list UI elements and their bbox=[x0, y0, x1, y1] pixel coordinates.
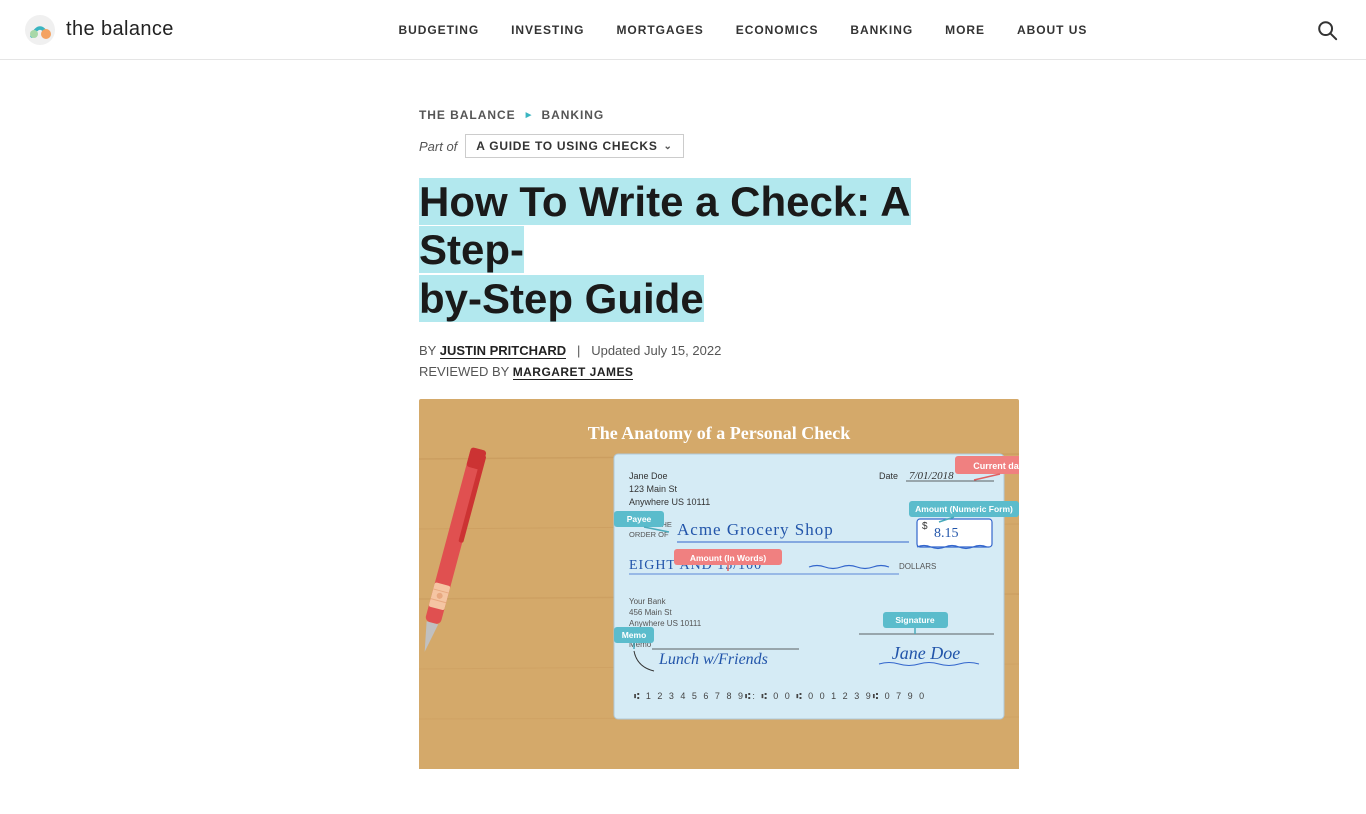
nav-about-us[interactable]: ABOUT US bbox=[1017, 23, 1087, 37]
reviewed-label: REVIEWED BY bbox=[419, 364, 509, 379]
search-icon bbox=[1316, 19, 1338, 41]
nav-banking[interactable]: BANKING bbox=[850, 23, 913, 37]
title-text-highlighted: How To Write a Check: A Step- bbox=[419, 178, 911, 273]
site-header: the balance BUDGETING INVESTING MORTGAGE… bbox=[0, 0, 1366, 60]
svg-text:Amount (In Words): Amount (In Words) bbox=[690, 553, 766, 563]
logo-link[interactable]: the balance bbox=[24, 14, 174, 46]
svg-text:Jane Doe: Jane Doe bbox=[892, 643, 960, 663]
reviewed-by: REVIEWED BY MARGARET JAMES bbox=[419, 364, 1109, 379]
reviewer-link[interactable]: MARGARET JAMES bbox=[513, 365, 634, 380]
chevron-down-icon: ⌄ bbox=[664, 141, 673, 152]
svg-text:Anywhere US 10111: Anywhere US 10111 bbox=[629, 619, 702, 628]
svg-text:⑆ 1 2 3 4 5 6 7 8 9⑆: ⑆ 0 0 ⑆: ⑆ 1 2 3 4 5 6 7 8 9⑆: ⑆ 0 0 ⑆ 0 0 1 2 3 … bbox=[634, 691, 926, 701]
logo-icon bbox=[24, 14, 56, 46]
nav-more[interactable]: MORE bbox=[945, 23, 985, 37]
svg-text:Current date: Current date bbox=[973, 461, 1019, 471]
nav-economics[interactable]: ECONOMICS bbox=[736, 23, 819, 37]
svg-text:Jane Doe: Jane Doe bbox=[629, 471, 668, 481]
breadcrumb-banking[interactable]: BANKING bbox=[541, 108, 604, 122]
author-link[interactable]: JUSTIN PRITCHARD bbox=[440, 343, 566, 359]
svg-text:Date: Date bbox=[879, 471, 898, 481]
article-title: How To Write a Check: A Step- by-Step Gu… bbox=[419, 178, 1019, 323]
svg-text:Signature: Signature bbox=[895, 615, 934, 625]
content-area: THE BALANCE ► BANKING Part of A GUIDE TO… bbox=[233, 60, 1133, 814]
part-of-row: Part of A GUIDE TO USING CHECKS ⌄ bbox=[419, 134, 1109, 158]
byline: BY JUSTIN PRITCHARD | Updated July 15, 2… bbox=[419, 343, 1109, 358]
svg-text:Your Bank: Your Bank bbox=[629, 597, 667, 606]
nav-budgeting[interactable]: BUDGETING bbox=[398, 23, 479, 37]
breadcrumb: THE BALANCE ► BANKING bbox=[419, 108, 1109, 122]
breadcrumb-home[interactable]: THE BALANCE bbox=[419, 108, 516, 122]
svg-text:456 Main St: 456 Main St bbox=[629, 608, 672, 617]
part-of-label: Part of bbox=[419, 139, 457, 154]
svg-text:Acme Grocery Shop: Acme Grocery Shop bbox=[677, 520, 834, 539]
title-text-line2: by-Step Guide bbox=[419, 275, 704, 322]
breadcrumb-arrow: ► bbox=[524, 110, 534, 121]
updated-date: Updated July 15, 2022 bbox=[591, 343, 721, 358]
svg-text:The Anatomy of a Personal Chec: The Anatomy of a Personal Check bbox=[588, 423, 851, 443]
by-label: BY bbox=[419, 343, 436, 358]
svg-text:Anywhere US 10111: Anywhere US 10111 bbox=[629, 497, 710, 507]
svg-text:Amount (Numeric Form): Amount (Numeric Form) bbox=[915, 504, 1013, 514]
nav-mortgages[interactable]: MORTGAGES bbox=[616, 23, 703, 37]
svg-text:$: $ bbox=[922, 521, 928, 532]
logo-text: the balance bbox=[66, 18, 174, 41]
svg-text:DOLLARS: DOLLARS bbox=[899, 562, 936, 571]
part-of-dropdown-text: A GUIDE TO USING CHECKS bbox=[476, 139, 657, 153]
svg-text:Lunch w/Friends: Lunch w/Friends bbox=[658, 651, 768, 668]
svg-text:123 Main St: 123 Main St bbox=[629, 484, 678, 494]
svg-text:8.15: 8.15 bbox=[934, 526, 959, 541]
check-illustration: The Anatomy of a Personal Check Jane Doe… bbox=[419, 399, 1019, 769]
svg-text:Payee: Payee bbox=[627, 514, 652, 524]
part-of-dropdown[interactable]: A GUIDE TO USING CHECKS ⌄ bbox=[465, 134, 683, 158]
nav-investing[interactable]: INVESTING bbox=[511, 23, 584, 37]
article-image: The Anatomy of a Personal Check Jane Doe… bbox=[419, 399, 1019, 774]
svg-text:7/01/2018: 7/01/2018 bbox=[909, 470, 954, 482]
main-nav: BUDGETING INVESTING MORTGAGES ECONOMICS … bbox=[398, 23, 1087, 37]
search-button[interactable] bbox=[1312, 15, 1342, 45]
svg-text:Memo: Memo bbox=[622, 630, 647, 640]
